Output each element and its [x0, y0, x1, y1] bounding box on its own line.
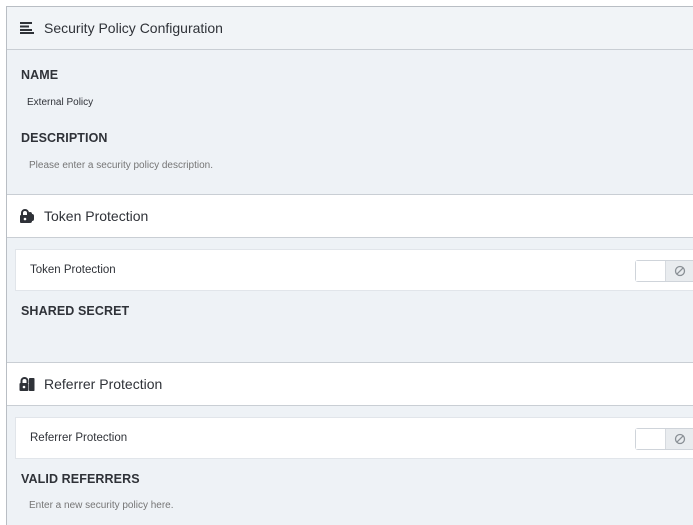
- referrer-protection-title: Referrer Protection: [44, 376, 163, 392]
- toggle-knob: [636, 429, 666, 449]
- token-protection-row: Token Protection: [15, 249, 693, 291]
- name-label: NAME: [21, 68, 59, 82]
- name-value[interactable]: External Policy: [27, 97, 93, 108]
- disabled-circle-icon: [674, 265, 685, 277]
- token-protection-header: Token Protection: [7, 194, 693, 238]
- valid-referrers-label: VALID REFERRERS: [21, 472, 140, 486]
- list-icon: [19, 20, 35, 36]
- referrer-protection-header: Referrer Protection: [7, 362, 693, 406]
- token-protection-title: Token Protection: [44, 208, 149, 224]
- token-protection-toggle-label: Token Protection: [30, 264, 116, 276]
- referrer-protection-row: Referrer Protection: [15, 417, 693, 459]
- token-lock-icon: [19, 208, 35, 224]
- token-protection-toggle[interactable]: [635, 260, 693, 282]
- security-policy-panel: Security Policy Configuration NAME Exter…: [6, 6, 693, 525]
- referrer-protection-toggle-label: Referrer Protection: [30, 432, 128, 444]
- toggle-off-indicator: [666, 261, 693, 281]
- disabled-circle-icon: [674, 433, 685, 445]
- valid-referrers-input[interactable]: [29, 500, 429, 511]
- description-input[interactable]: [29, 160, 429, 171]
- shared-secret-label: SHARED SECRET: [21, 304, 130, 318]
- description-label: DESCRIPTION: [21, 131, 108, 145]
- referrer-lock-icon: [19, 376, 35, 392]
- panel-title: Security Policy Configuration: [44, 20, 223, 36]
- panel-header: Security Policy Configuration: [7, 7, 693, 50]
- toggle-off-indicator: [666, 429, 693, 449]
- referrer-protection-toggle[interactable]: [635, 428, 693, 450]
- toggle-knob: [636, 261, 666, 281]
